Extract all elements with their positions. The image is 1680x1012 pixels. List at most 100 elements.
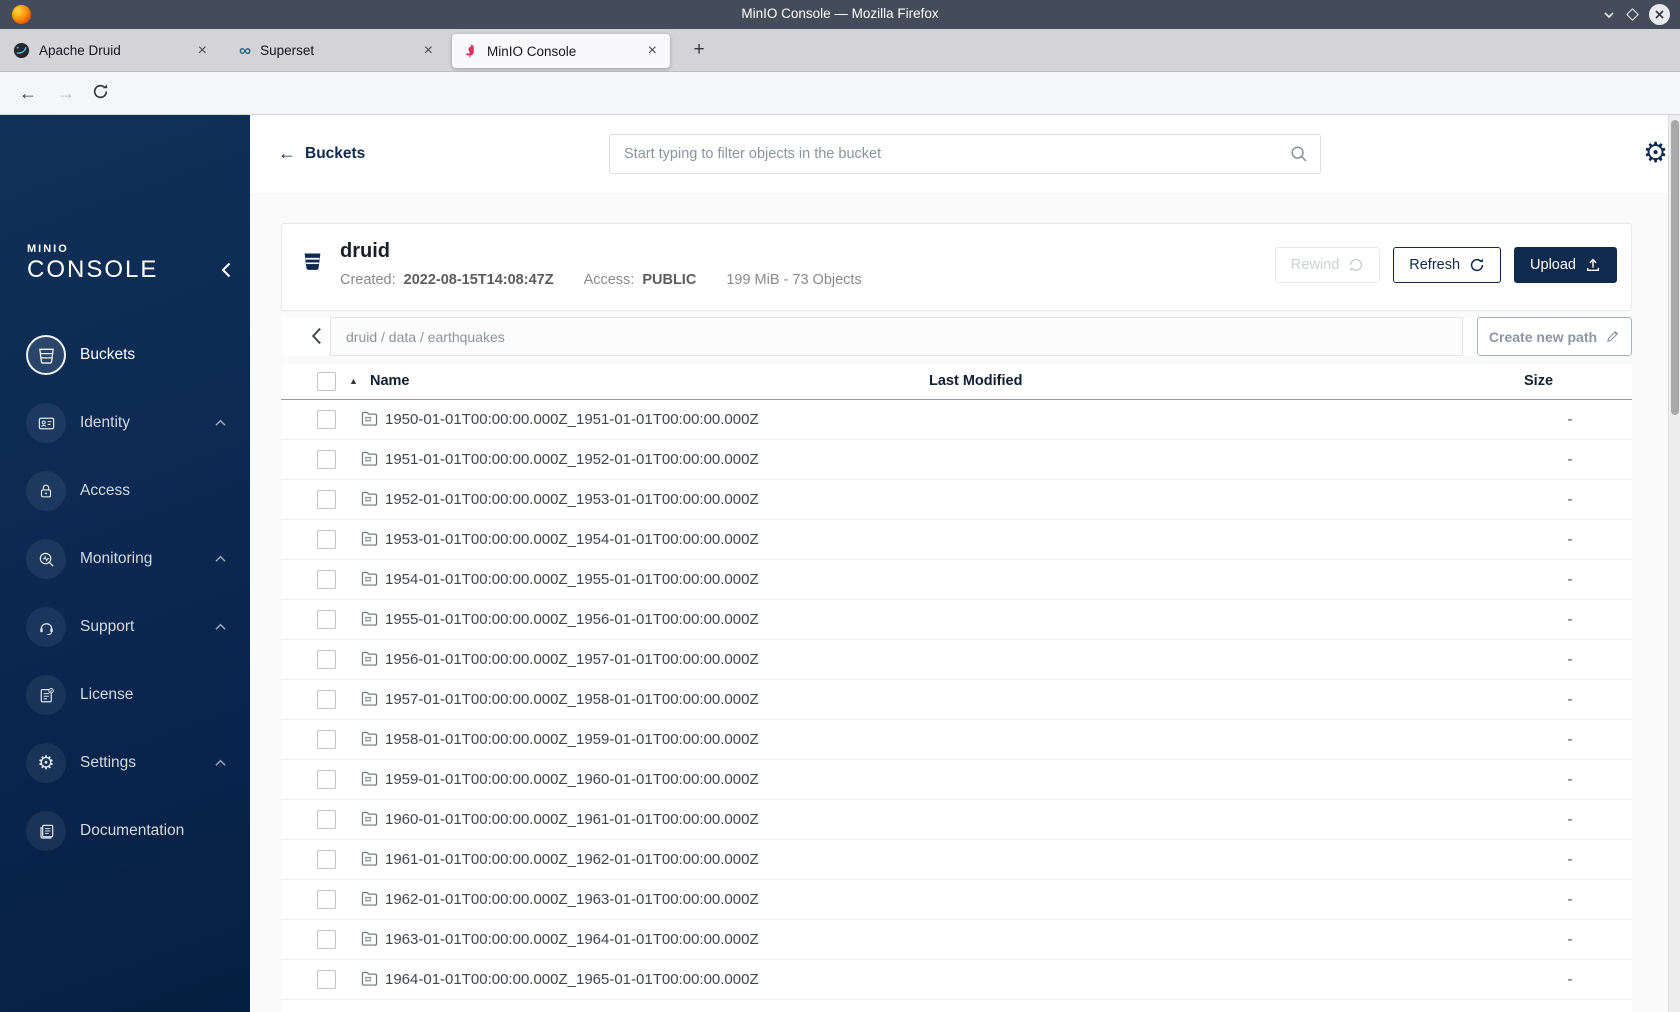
rewind-button[interactable]: Rewind [1274,247,1381,283]
sidebar-item-support[interactable]: Support [0,599,250,655]
table-row[interactable]: 1960-01-01T00:00:00.000Z_1961-01-01T00:0… [281,800,1632,840]
nav-reload-icon[interactable] [92,83,116,100]
nav-forward-icon[interactable]: → [54,81,78,105]
row-checkbox[interactable] [317,650,336,669]
settings-gear-icon[interactable]: ⚙ [1643,139,1668,167]
folder-icon [361,691,378,706]
folder-icon [361,651,378,666]
table-row[interactable]: 1958-01-01T00:00:00.000Z_1959-01-01T00:0… [281,720,1632,760]
table-row[interactable]: 1963-01-01T00:00:00.000Z_1964-01-01T00:0… [281,920,1632,960]
sidebar-item-access[interactable]: Access [0,463,250,519]
row-checkbox[interactable] [317,570,336,589]
table-row[interactable]: 1952-01-01T00:00:00.000Z_1953-01-01T00:0… [281,480,1632,520]
table-row[interactable]: 1959-01-01T00:00:00.000Z_1960-01-01T00:0… [281,760,1632,800]
tab-close-icon[interactable]: × [422,42,435,59]
object-size: - [1567,491,1573,508]
object-name[interactable]: 1964-01-01T00:00:00.000Z_1965-01-01T00:0… [385,971,759,988]
table-row[interactable]: 1955-01-01T00:00:00.000Z_1956-01-01T00:0… [281,600,1632,640]
object-name[interactable]: 1953-01-01T00:00:00.000Z_1954-01-01T00:0… [385,531,759,548]
row-checkbox[interactable] [317,730,336,749]
table-row[interactable]: 1961-01-01T00:00:00.000Z_1962-01-01T00:0… [281,840,1632,880]
table-row[interactable]: 1964-01-01T00:00:00.000Z_1965-01-01T00:0… [281,960,1632,1000]
refresh-button[interactable]: Refresh [1393,247,1502,283]
sidebar-item-identity[interactable]: Identity [0,395,250,451]
window-shade-icon[interactable] [1602,8,1616,22]
sidebar-item-buckets[interactable]: Buckets [0,327,250,383]
row-checkbox[interactable] [317,690,336,709]
tab-superset[interactable]: ∞ Superset × [228,29,446,72]
monitoring-icon [26,539,66,579]
select-all-checkbox[interactable] [317,372,336,391]
row-checkbox[interactable] [317,450,336,469]
sidebar-item-documentation[interactable]: Documentation [0,803,250,859]
object-name[interactable]: 1963-01-01T00:00:00.000Z_1964-01-01T00:0… [385,931,759,948]
tab-close-icon[interactable]: × [196,42,209,59]
tab-minio-console[interactable]: MinIO Console × [452,34,670,68]
minio-sidebar: MINIO CONSOLE Buckets Identity Access Mo… [0,115,250,1012]
object-filter-input[interactable] [609,134,1321,174]
column-header-size[interactable]: Size [1524,373,1553,389]
breadcrumb[interactable]: druid / data / earthquakes [330,317,1463,356]
object-name[interactable]: 1952-01-01T00:00:00.000Z_1953-01-01T00:0… [385,491,759,508]
row-checkbox[interactable] [317,530,336,549]
column-header-name[interactable]: Name [370,373,410,389]
scrollbar-thumb[interactable] [1670,120,1679,415]
table-row[interactable]: 1962-01-01T00:00:00.000Z_1963-01-01T00:0… [281,880,1632,920]
object-name[interactable]: 1962-01-01T00:00:00.000Z_1963-01-01T00:0… [385,891,759,908]
window-maximize-icon[interactable] [1626,8,1639,21]
table-row[interactable]: 1956-01-01T00:00:00.000Z_1957-01-01T00:0… [281,640,1632,680]
page-scrollbar[interactable] [1668,115,1680,1012]
row-checkbox[interactable] [317,890,336,909]
object-name[interactable]: 1955-01-01T00:00:00.000Z_1956-01-01T00:0… [385,611,759,628]
row-checkbox[interactable] [317,610,336,629]
back-link-label: Buckets [305,144,366,162]
object-name[interactable]: 1956-01-01T00:00:00.000Z_1957-01-01T00:0… [385,651,759,668]
row-checkbox[interactable] [317,410,336,429]
chevron-up-icon[interactable] [215,759,226,767]
sidebar-collapse-icon[interactable] [221,261,231,279]
sidebar-item-monitoring[interactable]: Monitoring [0,531,250,587]
object-name[interactable]: 1957-01-01T00:00:00.000Z_1958-01-01T00:0… [385,691,759,708]
back-to-buckets-link[interactable]: ← Buckets [278,143,365,164]
chevron-up-icon[interactable] [215,419,226,427]
object-size: - [1567,731,1573,748]
chevron-up-icon[interactable] [215,623,226,631]
row-checkbox[interactable] [317,770,336,789]
sort-ascending-icon[interactable]: ▲ [349,376,358,386]
sidebar-item-label: Monitoring [80,550,153,567]
table-row[interactable]: 1951-01-01T00:00:00.000Z_1952-01-01T00:0… [281,440,1632,480]
table-row[interactable]: 1950-01-01T00:00:00.000Z_1951-01-01T00:0… [281,400,1632,440]
table-row[interactable]: 1954-01-01T00:00:00.000Z_1955-01-01T00:0… [281,560,1632,600]
row-checkbox[interactable] [317,930,336,949]
nav-back-icon[interactable]: ← [16,81,40,105]
object-name[interactable]: 1961-01-01T00:00:00.000Z_1962-01-01T00:0… [385,851,759,868]
object-name[interactable]: 1958-01-01T00:00:00.000Z_1959-01-01T00:0… [385,731,759,748]
tab-close-icon[interactable]: × [646,43,659,59]
license-document-icon [26,675,66,715]
row-checkbox[interactable] [317,850,336,869]
object-name[interactable]: 1960-01-01T00:00:00.000Z_1961-01-01T00:0… [385,811,759,828]
object-size: - [1567,691,1573,708]
tab-apache-druid[interactable]: Apache Druid × [2,29,220,72]
object-name[interactable]: 1954-01-01T00:00:00.000Z_1955-01-01T00:0… [385,571,759,588]
sidebar-item-license[interactable]: License [0,667,250,723]
object-name[interactable]: 1951-01-01T00:00:00.000Z_1952-01-01T00:0… [385,451,759,468]
object-name[interactable]: 1950-01-01T00:00:00.000Z_1951-01-01T00:0… [385,411,759,428]
create-new-path-button[interactable]: Create new path [1477,317,1632,356]
row-checkbox[interactable] [317,810,336,829]
sidebar-item-settings[interactable]: ⚙ Settings [0,735,250,791]
object-size: - [1567,811,1573,828]
new-tab-button[interactable]: + [686,37,712,63]
access-label: Access: [583,272,635,288]
object-name[interactable]: 1959-01-01T00:00:00.000Z_1960-01-01T00:0… [385,771,759,788]
column-header-last-modified[interactable]: Last Modified [929,373,1022,389]
chevron-up-icon[interactable] [215,555,226,563]
documentation-icon [26,811,66,851]
row-checkbox[interactable] [317,970,336,989]
row-checkbox[interactable] [317,490,336,509]
path-back-chevron-icon[interactable] [311,327,322,345]
table-row[interactable]: 1953-01-01T00:00:00.000Z_1954-01-01T00:0… [281,520,1632,560]
upload-button[interactable]: Upload [1514,247,1617,283]
window-close-icon[interactable] [1649,4,1670,25]
table-row[interactable]: 1957-01-01T00:00:00.000Z_1958-01-01T00:0… [281,680,1632,720]
